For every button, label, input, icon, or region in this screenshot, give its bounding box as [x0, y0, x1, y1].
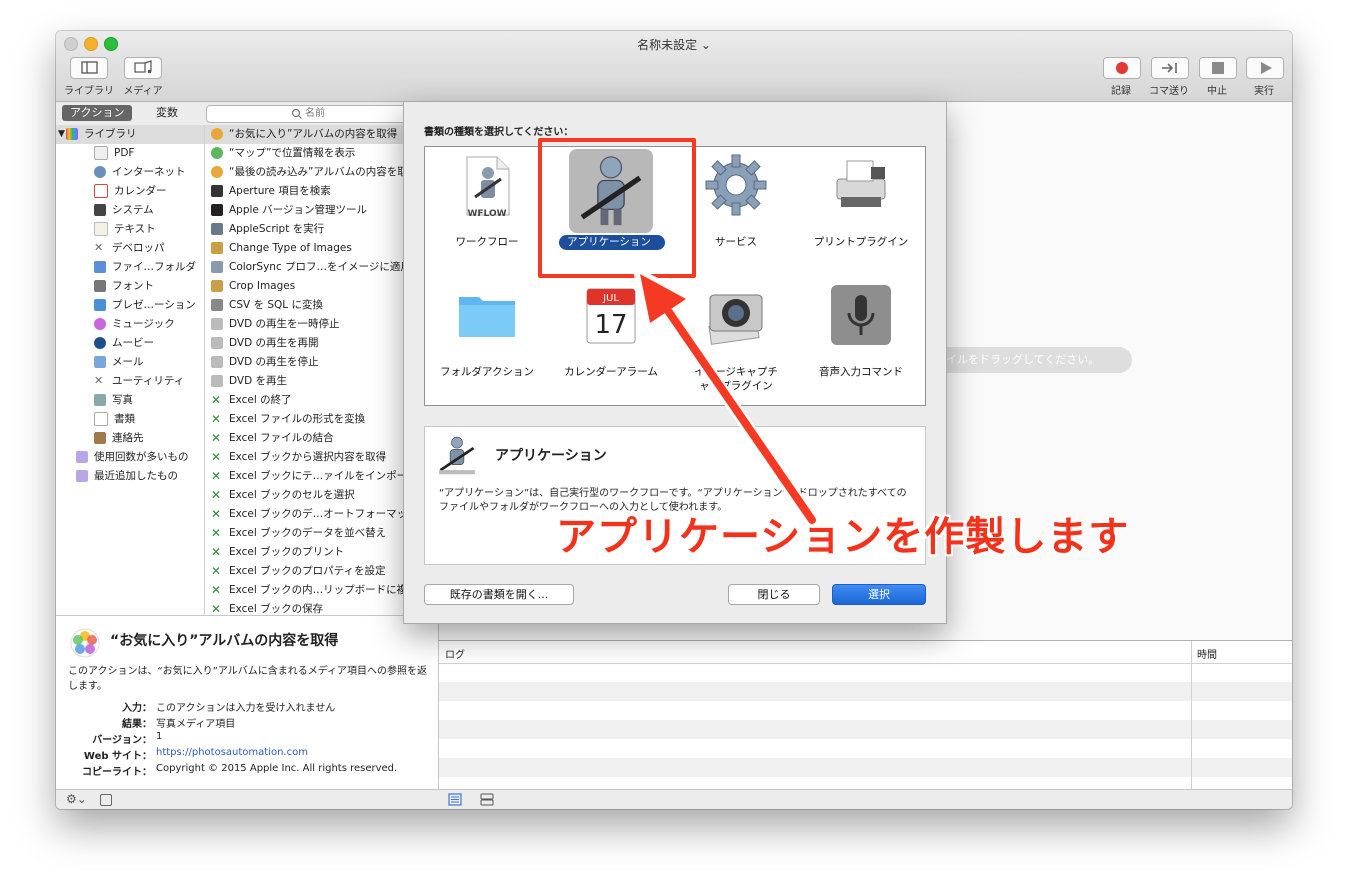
- annotation-arrow-icon: [633, 267, 819, 527]
- annotation-text: アプリケーションを作製します: [556, 514, 1130, 560]
